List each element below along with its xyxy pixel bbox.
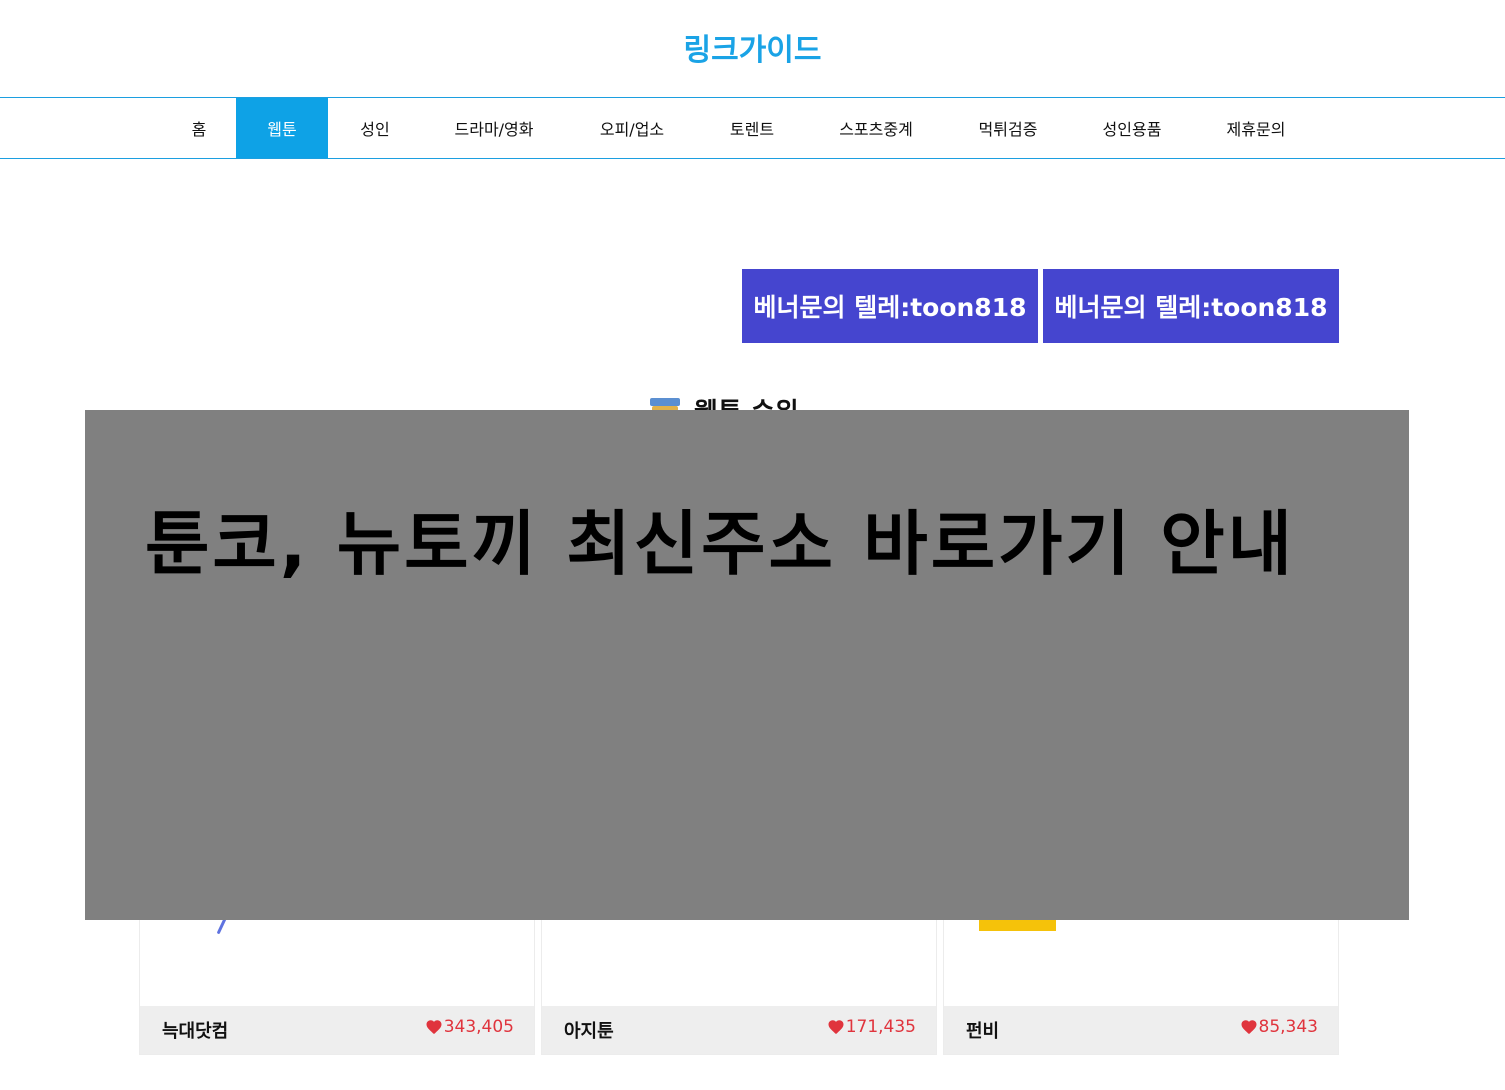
card-footer: 펀비 85,343: [944, 1006, 1338, 1054]
likes-count: 171,435: [845, 1017, 916, 1037]
card-footer: 아지툰 171,435: [542, 1006, 936, 1054]
page: 링크가이드 홈 웹툰 성인 드라마/영화 오피/업소 토렌트 스포츠중계 먹튀검…: [0, 0, 1505, 1090]
banner-ad[interactable]: 베너문의 텔레:toon818: [742, 269, 1038, 343]
nav-item-opi[interactable]: 오피/업소: [582, 98, 682, 158]
nav-item-sports[interactable]: 스포츠중계: [826, 98, 926, 158]
card-footer: 늑대닷컴 343,405: [140, 1006, 534, 1054]
heart-icon: [828, 1020, 844, 1035]
nav-item-torrent[interactable]: 토렌트: [713, 98, 791, 158]
nav-item-partnership[interactable]: 제휴문의: [1214, 98, 1298, 158]
nav-item-home[interactable]: 홈: [167, 98, 231, 158]
nav-item-drama-movie[interactable]: 드라마/영화: [440, 98, 548, 158]
site-header: 링크가이드: [0, 0, 1505, 97]
site-logo[interactable]: 링크가이드: [684, 25, 822, 69]
heart-icon: [1241, 1020, 1257, 1035]
likes-count: 343,405: [443, 1017, 514, 1037]
nav-item-webtoon[interactable]: 웹툰: [236, 98, 328, 158]
card-name[interactable]: 펀비: [966, 1017, 999, 1043]
likes-count: 85,343: [1258, 1017, 1318, 1037]
card-name[interactable]: 아지툰: [564, 1017, 614, 1043]
card-likes: 171,435: [827, 1017, 916, 1037]
overlay-title: 툰코, 뉴토끼 최신주소 바로가기 안내: [145, 503, 1296, 585]
card-likes: 85,343: [1240, 1017, 1318, 1037]
nav-item-adult-goods[interactable]: 성인용품: [1090, 98, 1174, 158]
card-likes: 343,405: [425, 1017, 514, 1037]
notice-overlay[interactable]: 툰코, 뉴토끼 최신주소 바로가기 안내: [85, 410, 1409, 920]
main-nav: 홈 웹툰 성인 드라마/영화 오피/업소 토렌트 스포츠중계 먹튀검증 성인용품…: [0, 97, 1505, 159]
heart-icon: [426, 1020, 442, 1035]
nav-item-verify[interactable]: 먹튀검증: [966, 98, 1050, 158]
banner-ad[interactable]: 베너문의 텔레:toon818: [1043, 269, 1339, 343]
nav-item-adult[interactable]: 성인: [337, 98, 413, 158]
card-name[interactable]: 늑대닷컴: [162, 1017, 228, 1043]
